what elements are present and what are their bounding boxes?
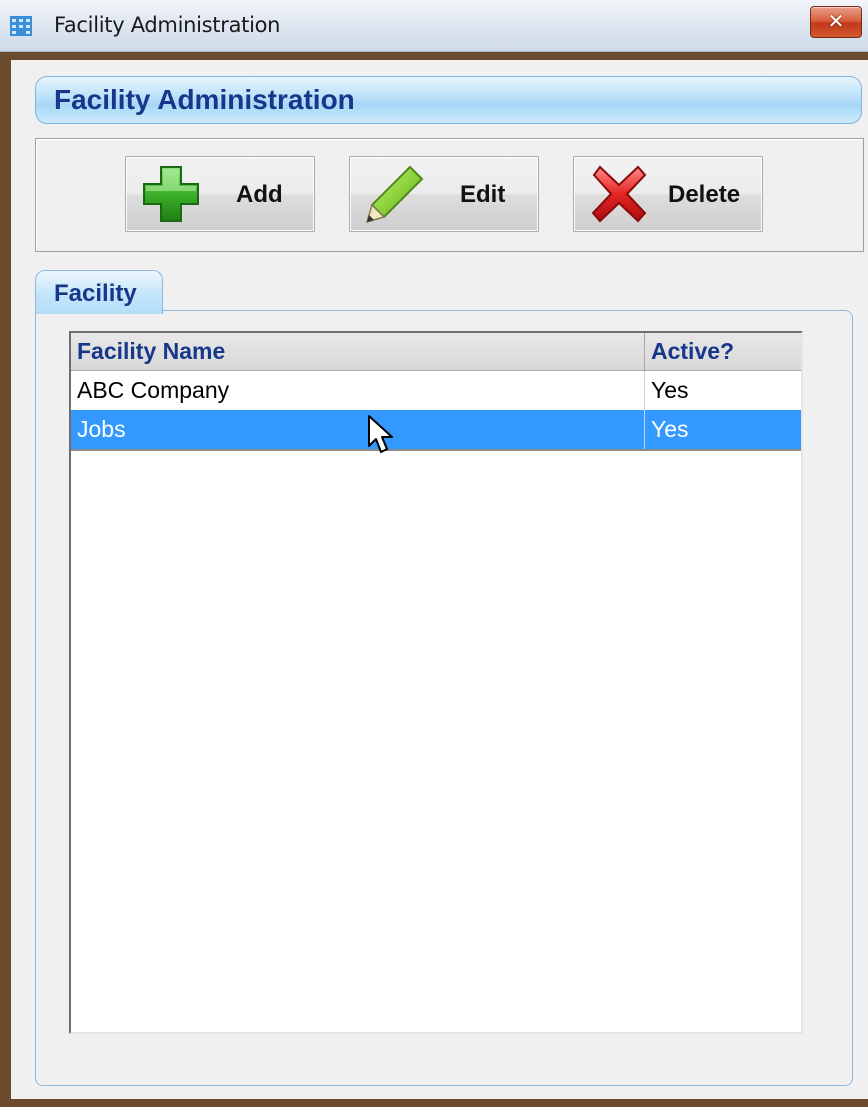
tab-facility[interactable]: Facility (35, 270, 163, 314)
plus-icon (143, 166, 199, 222)
grid-header-row: Facility Name Active? (71, 333, 801, 371)
add-button[interactable]: Add (125, 156, 315, 232)
page-title: Facility Administration (54, 84, 355, 115)
close-button[interactable]: ✕ (810, 6, 862, 38)
delete-button-label: Delete (668, 181, 741, 208)
header-banner: Facility Administration (35, 76, 862, 124)
cell-facility-name: ABC Company (71, 371, 645, 410)
facility-tab-panel: Facility Name Active? ABC Company Yes Jo… (35, 310, 853, 1086)
cell-facility-name: Jobs (71, 410, 645, 449)
close-icon: ✕ (827, 9, 845, 33)
column-header-active[interactable]: Active? (645, 333, 801, 370)
mouse-pointer-icon (368, 415, 393, 453)
facility-app-icon (10, 16, 32, 36)
facility-administration-window: Facility Administration ✕ Facility Admin… (0, 0, 868, 1107)
table-row[interactable]: ABC Company Yes (71, 371, 801, 410)
tab-facility-label: Facility (54, 280, 137, 307)
facility-grid[interactable]: Facility Name Active? ABC Company Yes Jo… (69, 331, 803, 1034)
delete-button[interactable]: Delete (573, 156, 763, 232)
title-bar[interactable]: Facility Administration ✕ (0, 0, 868, 52)
action-toolbar: Add Edit Delete (35, 138, 864, 252)
edit-button-label: Edit (460, 181, 506, 208)
table-row-selected[interactable]: Jobs Yes (71, 410, 801, 451)
add-button-label: Add (236, 181, 283, 208)
window-client-area: Facility Administration Add Edit Delete … (11, 60, 868, 1099)
red-x-icon (591, 165, 647, 223)
column-header-facility-name[interactable]: Facility Name (71, 333, 645, 370)
edit-button[interactable]: Edit (349, 156, 539, 232)
window-title: Facility Administration (54, 13, 281, 37)
cell-active: Yes (651, 416, 689, 442)
cell-active: Yes (651, 377, 689, 403)
pencil-icon (365, 165, 424, 224)
